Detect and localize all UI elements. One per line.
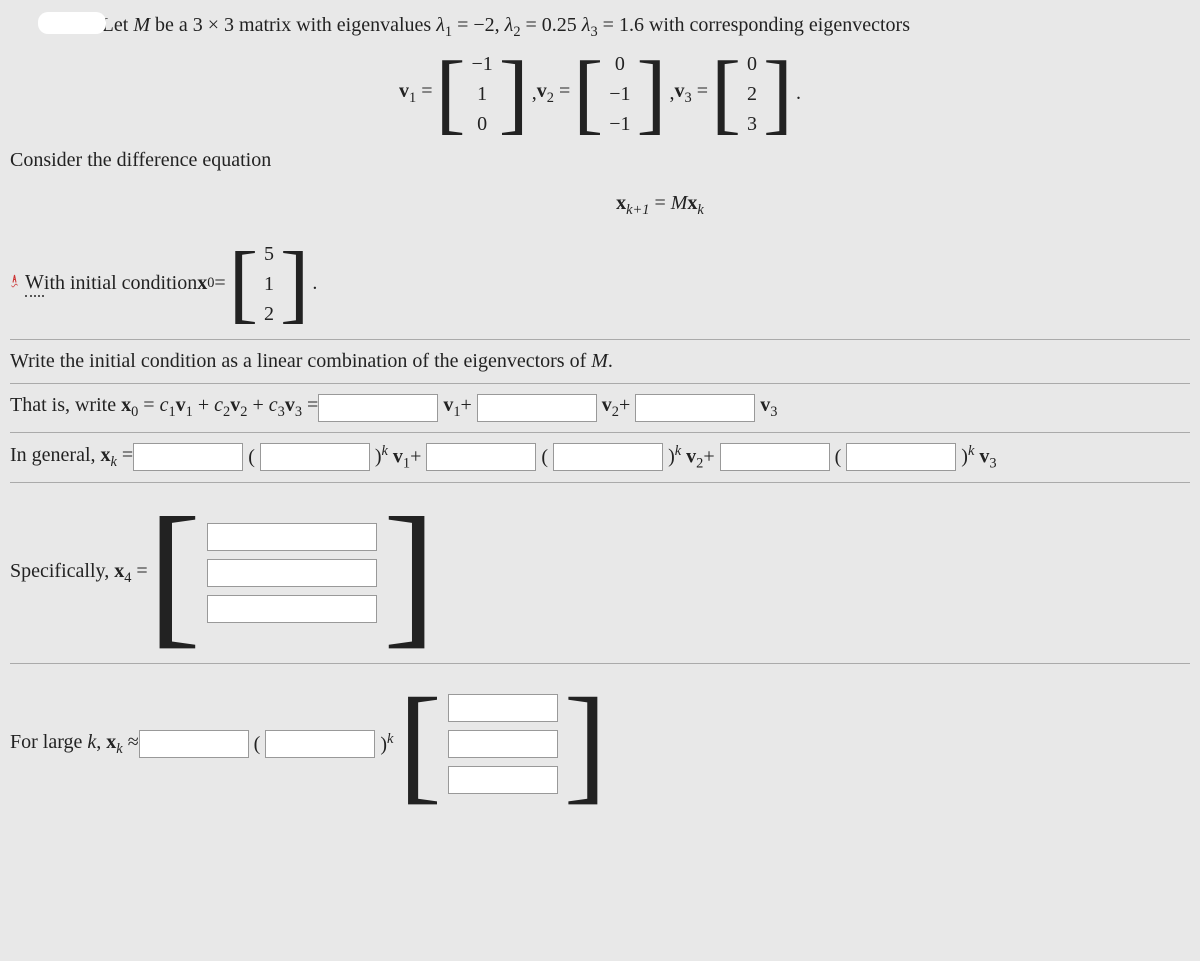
q3-row: Specifically, x4 = [ ] (10, 513, 1190, 633)
divider (10, 383, 1190, 384)
with-text: W (25, 271, 44, 297)
divider (10, 663, 1190, 664)
c2-input[interactable] (477, 394, 597, 422)
divider (10, 339, 1190, 340)
q1-row: That is, write x0 = c1v1 + c2v2 + c3v3 =… (10, 394, 1190, 422)
problem-statement: XXXXXX Let M be a 3 × 3 matrix with eige… (10, 10, 1190, 44)
xk-base2-input[interactable] (553, 443, 663, 471)
x4-entry3-input[interactable] (207, 595, 377, 623)
q2-row: In general, xk = ( )k v1+ ( )k v2+ ( )k … (10, 443, 1190, 473)
divider (10, 432, 1190, 433)
c1-input[interactable] (318, 394, 438, 422)
xk-coef2-input[interactable] (426, 443, 536, 471)
xk-large-coef-input[interactable] (139, 730, 249, 758)
xk-coef3-input[interactable] (720, 443, 830, 471)
q4-row: For large k, xk ≈ ( )k [ ] (10, 694, 1190, 794)
xk-base1-input[interactable] (260, 443, 370, 471)
divider (10, 482, 1190, 483)
c3-input[interactable] (635, 394, 755, 422)
x4-entry1-input[interactable] (207, 523, 377, 551)
xk-base3-input[interactable] (846, 443, 956, 471)
eigenvector-definitions: v1 = [ −1 1 0 ] , v2 = [ 0 −1 −1 ] , v3 … (10, 49, 1190, 139)
xk-large-vec2-input[interactable] (448, 730, 558, 758)
initial-condition-row: With initial condition x0 = [ 5 1 2 ] . (10, 239, 1190, 329)
consider-text: Consider the difference equation (10, 149, 1190, 172)
xk-large-base-input[interactable] (265, 730, 375, 758)
difference-equation: xk+1 = Mxk (130, 192, 1190, 219)
q1-prompt: Write the initial condition as a linear … (10, 350, 1190, 373)
xk-large-vec1-input[interactable] (448, 694, 558, 722)
x4-entry2-input[interactable] (207, 559, 377, 587)
xk-coef1-input[interactable] (133, 443, 243, 471)
xk-large-vec3-input[interactable] (448, 766, 558, 794)
redaction-box (38, 12, 106, 34)
